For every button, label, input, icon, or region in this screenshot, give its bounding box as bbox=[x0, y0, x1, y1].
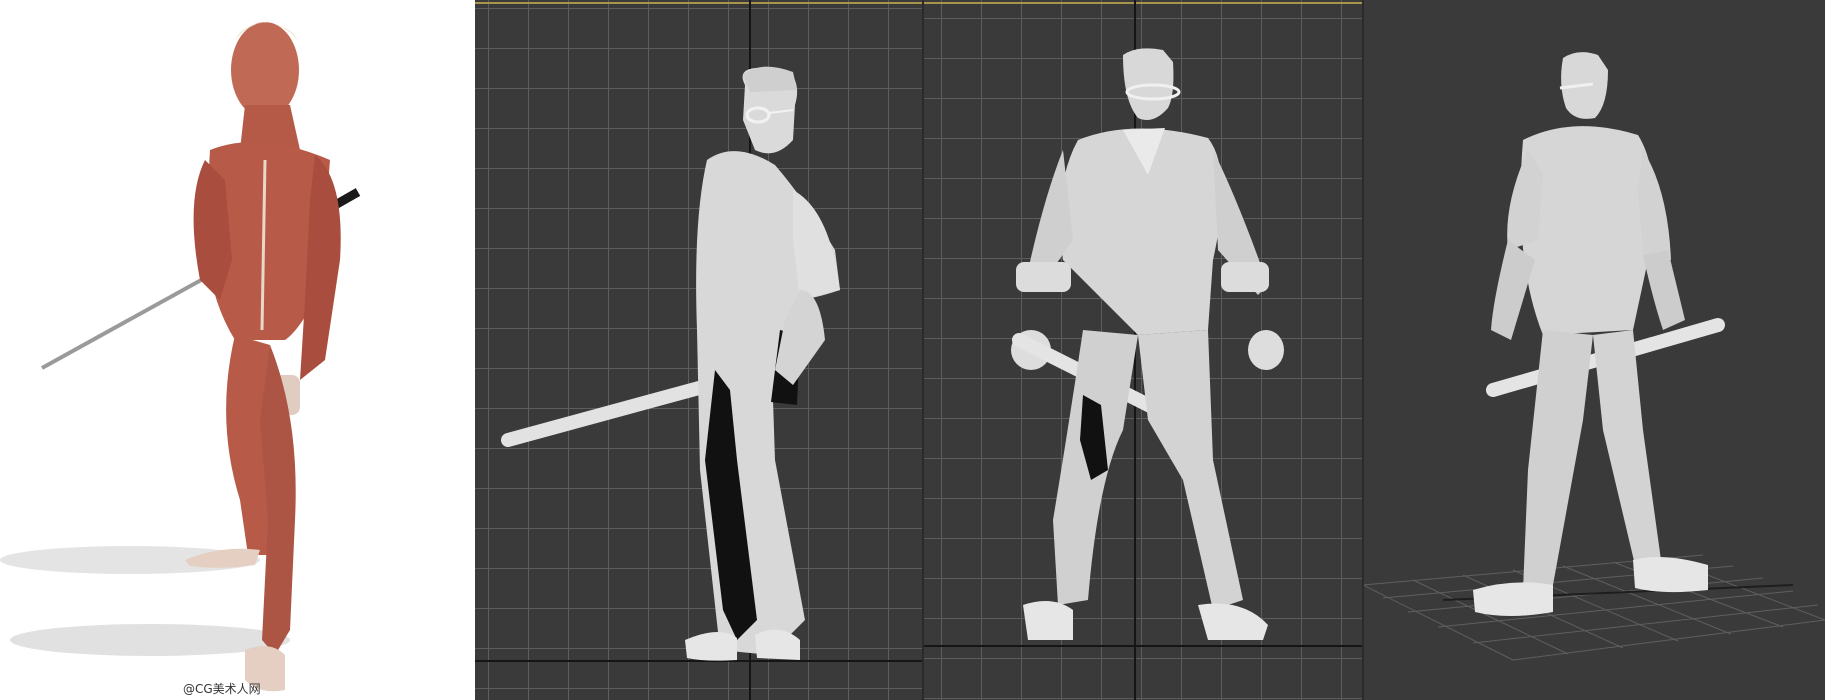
character-model-front[interactable] bbox=[923, 0, 1363, 700]
perspective-viewport-back[interactable] bbox=[1363, 0, 1825, 700]
character-model-back[interactable] bbox=[1363, 0, 1825, 700]
perspective-viewport-front[interactable] bbox=[923, 0, 1363, 700]
side-viewport[interactable] bbox=[475, 0, 923, 700]
viewport-divider[interactable] bbox=[922, 0, 924, 700]
character-model-side[interactable] bbox=[475, 0, 923, 700]
viewport-divider[interactable] bbox=[1362, 0, 1364, 700]
watermark-text: @CG美术人网 bbox=[183, 682, 261, 696]
anatomy-panel: @CG美术人网 bbox=[0, 0, 475, 700]
muscle-figure-image bbox=[0, 22, 361, 692]
